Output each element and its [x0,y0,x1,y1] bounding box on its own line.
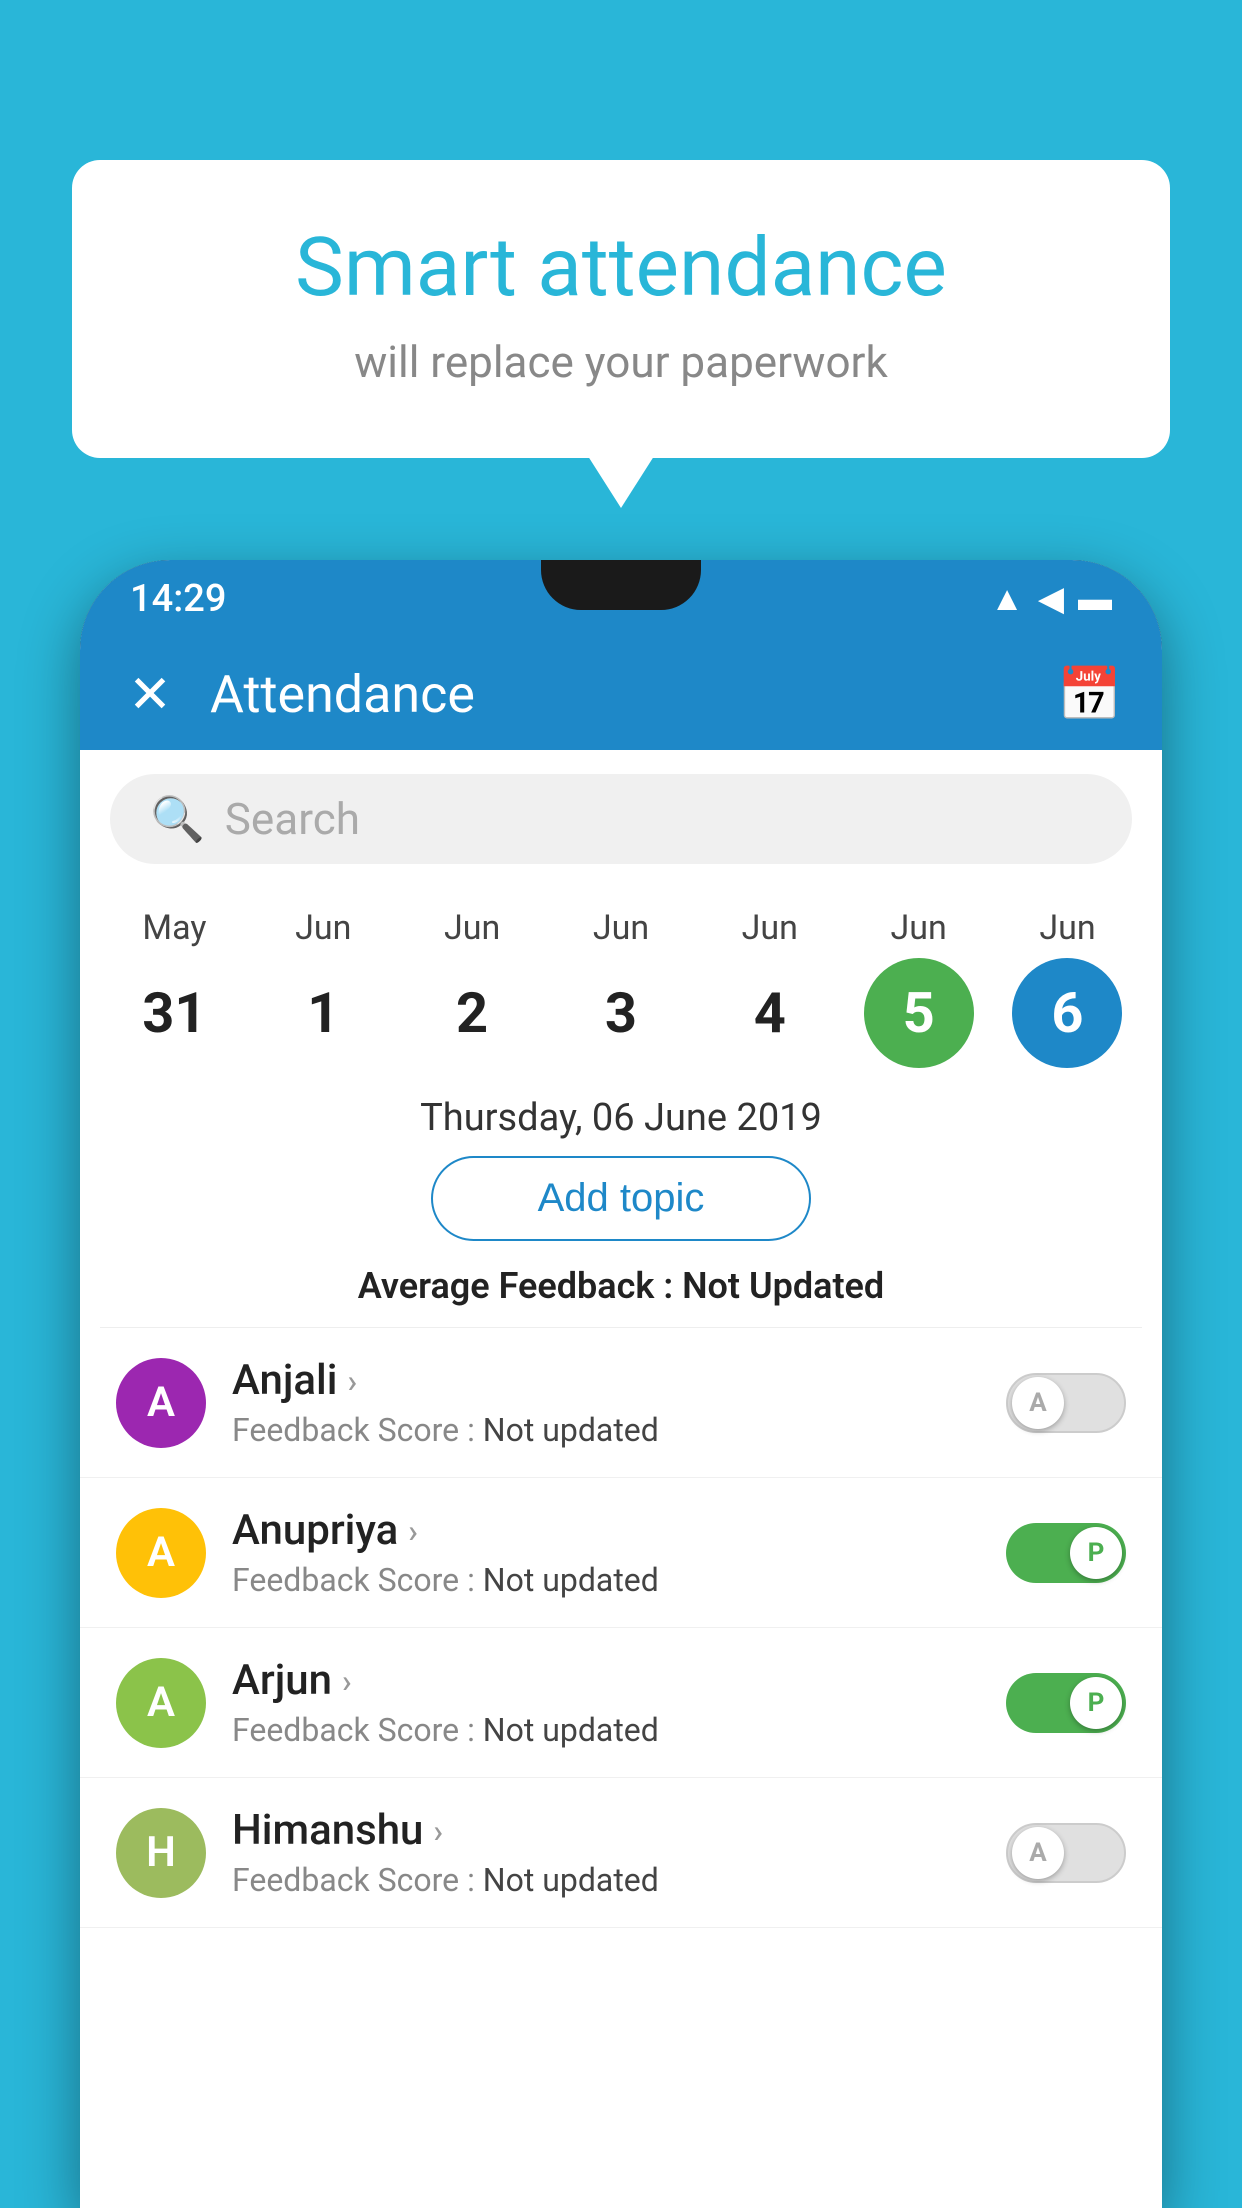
student-info: Himanshu › Feedback Score : Not updated [232,1806,980,1899]
toggle-thumb: P [1070,1527,1122,1579]
status-time: 14:29 [130,577,226,621]
search-placeholder: Search [225,793,360,845]
calendar-day[interactable]: Jun 3 [566,908,676,1068]
cal-date[interactable]: 1 [268,958,378,1068]
chevron-icon: › [433,1812,443,1850]
attendance-toggle[interactable]: A [1006,1823,1126,1883]
cal-date[interactable]: 2 [417,958,527,1068]
add-topic-button[interactable]: Add topic [431,1156,811,1241]
feedback-score: Feedback Score : Not updated [232,1561,980,1599]
feedback-score: Feedback Score : Not updated [232,1861,980,1899]
avg-feedback-value: Not Updated [682,1265,884,1307]
chevron-icon: › [347,1362,357,1400]
student-item: H Himanshu › Feedback Score : Not updated A [80,1778,1162,1928]
cal-date[interactable]: 4 [715,958,825,1068]
student-info: Anupriya › Feedback Score : Not updated [232,1506,980,1599]
battery-icon: ▬ [1078,579,1112,619]
close-button[interactable]: ✕ [120,664,180,725]
attendance-toggle[interactable]: P [1006,1673,1126,1733]
signal-icon: ◀ [1038,579,1064,619]
avatar: A [116,1358,206,1448]
chevron-icon: › [342,1662,352,1700]
wifi-icon: ▲ [990,579,1024,619]
student-item: A Anjali › Feedback Score : Not updated A [80,1328,1162,1478]
student-item: A Arjun › Feedback Score : Not updated P [80,1628,1162,1778]
toggle-thumb: P [1070,1677,1122,1729]
cal-date[interactable]: 31 [119,958,229,1068]
attendance-toggle[interactable]: A [1006,1373,1126,1433]
student-name[interactable]: Himanshu › [232,1806,980,1855]
avatar: H [116,1808,206,1898]
calendar-row: May 31 Jun 1 Jun 2 Jun 3 Jun 4 Jun 5 Jun 6 [80,888,1162,1068]
avg-feedback: Average Feedback : Not Updated [80,1265,1162,1307]
cal-month: Jun [891,908,947,948]
search-bar[interactable]: 🔍 Search [110,774,1132,864]
calendar-day[interactable]: Jun 1 [268,908,378,1068]
student-name[interactable]: Anupriya › [232,1506,980,1555]
search-icon: 🔍 [150,793,205,845]
chevron-icon: › [408,1512,418,1550]
phone-notch [541,560,701,610]
cal-date[interactable]: 6 [1012,958,1122,1068]
attendance-toggle[interactable]: P [1006,1523,1126,1583]
cal-month: Jun [444,908,500,948]
cal-month: Jun [1039,908,1095,948]
calendar-day[interactable]: Jun 4 [715,908,825,1068]
calendar-day[interactable]: Jun 2 [417,908,527,1068]
cal-month: Jun [593,908,649,948]
cal-date[interactable]: 5 [864,958,974,1068]
speech-bubble: Smart attendance will replace your paper… [72,160,1170,458]
student-list: AAnjali ›Feedback Score : Not updatedAAA… [80,1328,1162,1928]
student-info: Arjun › Feedback Score : Not updated [232,1656,980,1749]
phone-screen: 14:29 ▲ ◀ ▬ ✕ Attendance 📅 🔍 Search May 3… [80,560,1162,2208]
speech-bubble-subtitle: will replace your paperwork [152,336,1090,388]
student-name[interactable]: Arjun › [232,1656,980,1705]
cal-date[interactable]: 3 [566,958,676,1068]
calendar-day[interactable]: May 31 [119,908,229,1068]
avatar: A [116,1658,206,1748]
cal-month: Jun [742,908,798,948]
speech-bubble-title: Smart attendance [152,220,1090,316]
toggle-thumb: A [1012,1377,1064,1429]
feedback-score: Feedback Score : Not updated [232,1711,980,1749]
calendar-button[interactable]: 📅 [1057,664,1122,725]
status-icons: ▲ ◀ ▬ [990,579,1112,619]
app-bar: ✕ Attendance 📅 [80,638,1162,750]
avatar: A [116,1508,206,1598]
cal-month: Jun [295,908,351,948]
cal-month: May [142,908,206,948]
student-name[interactable]: Anjali › [232,1356,980,1405]
calendar-day[interactable]: Jun 6 [1012,908,1122,1068]
feedback-score: Feedback Score : Not updated [232,1411,980,1449]
student-info: Anjali › Feedback Score : Not updated [232,1356,980,1449]
calendar-day[interactable]: Jun 5 [864,908,974,1068]
phone-frame: 14:29 ▲ ◀ ▬ ✕ Attendance 📅 🔍 Search May 3… [80,560,1162,2208]
avg-feedback-label: Average Feedback : [358,1265,673,1307]
toggle-thumb: A [1012,1827,1064,1879]
app-title: Attendance [210,664,1027,725]
selected-date-label: Thursday, 06 June 2019 [80,1096,1162,1140]
student-item: A Anupriya › Feedback Score : Not updated P [80,1478,1162,1628]
